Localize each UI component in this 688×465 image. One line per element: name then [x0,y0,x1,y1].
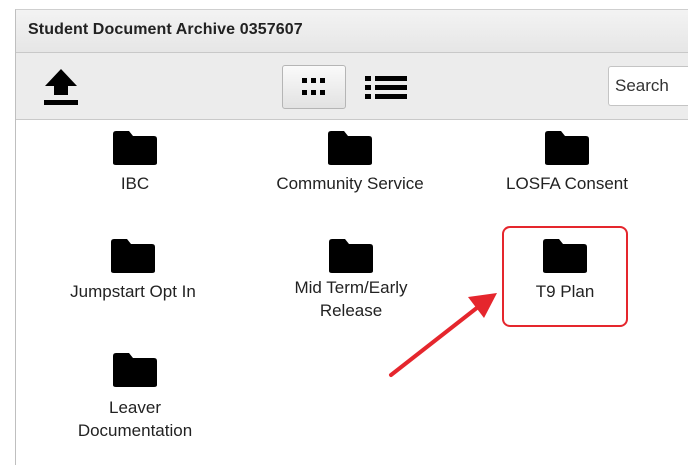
red-arrow-annotation [389,293,497,377]
